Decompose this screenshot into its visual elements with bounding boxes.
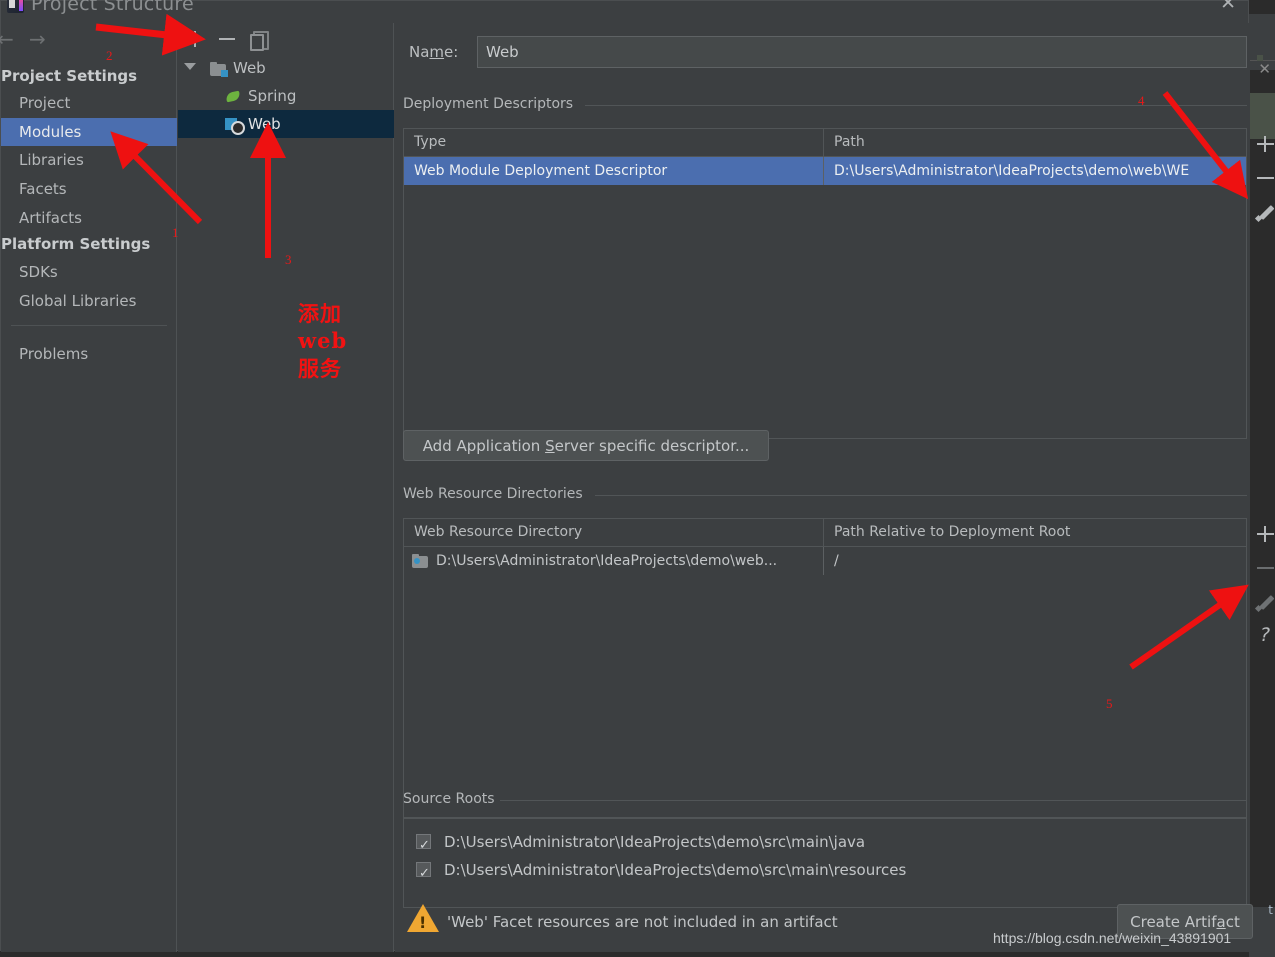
sidebar-item-global-libraries[interactable]: Global Libraries bbox=[1, 287, 177, 315]
sidebar-item-libraries[interactable]: Libraries bbox=[1, 146, 177, 174]
group-divider bbox=[595, 495, 1247, 496]
forward-arrow-icon[interactable]: → bbox=[29, 27, 46, 51]
column-header-path[interactable]: Path bbox=[824, 129, 1248, 156]
remove-descriptor-button[interactable] bbox=[1248, 162, 1275, 194]
tree-node-web-facet[interactable]: Web bbox=[178, 110, 394, 138]
web-resource-directories-group-title: Web Resource Directories bbox=[403, 486, 583, 502]
copy-module-button[interactable] bbox=[246, 26, 272, 52]
list-item[interactable]: D:\Users\Administrator\IdeaProjects\demo… bbox=[404, 828, 1246, 860]
dialog-title: Project Structure bbox=[31, 0, 194, 15]
sidebar-item-label: Global Libraries bbox=[19, 292, 137, 310]
source-roots-list: D:\Users\Administrator\IdeaProjects\demo… bbox=[403, 818, 1247, 908]
facet-name-input[interactable] bbox=[477, 36, 1247, 68]
table-row[interactable]: Web Module Deployment Descriptor D:\User… bbox=[404, 157, 1246, 185]
facet-settings-pane: Name: Deployment Descriptors Type Path W… bbox=[395, 23, 1270, 952]
add-application-server-descriptor-button[interactable]: Add Application Server specific descript… bbox=[403, 430, 769, 461]
sidebar-item-label: Project bbox=[19, 94, 71, 112]
tree-node-label: Spring bbox=[248, 87, 297, 105]
deployment-descriptors-table: Type Path Web Module Deployment Descript… bbox=[403, 128, 1247, 439]
source-roots-group-title: Source Roots bbox=[403, 791, 495, 807]
sidebar-item-label: Facets bbox=[19, 180, 67, 198]
group-divider bbox=[585, 105, 1247, 106]
source-root-path: D:\Users\Administrator\IdeaProjects\demo… bbox=[444, 861, 907, 879]
column-header-type[interactable]: Type bbox=[404, 129, 824, 156]
cell-relative-path: / bbox=[834, 553, 839, 569]
edit-descriptor-button[interactable] bbox=[1248, 196, 1275, 228]
add-descriptor-button[interactable] bbox=[1248, 128, 1275, 160]
cell-type: Web Module Deployment Descriptor bbox=[414, 163, 668, 179]
bg-segment bbox=[1249, 0, 1275, 14]
dialog-titlebar: Project Structure ✕ bbox=[1, 0, 1250, 23]
web-facet-icon bbox=[225, 117, 245, 135]
group-divider bbox=[500, 800, 1247, 801]
module-tree-toolbar bbox=[178, 23, 394, 55]
sidebar-divider bbox=[11, 325, 167, 326]
table-row[interactable]: D:\Users\Administrator\IdeaProjects\demo… bbox=[404, 547, 1246, 575]
back-arrow-icon[interactable]: ← bbox=[0, 27, 14, 51]
warning-message: 'Web' Facet resources are not included i… bbox=[447, 913, 838, 931]
sidebar-item-modules[interactable]: Modules bbox=[1, 118, 177, 146]
warning-exclamation: ! bbox=[419, 913, 427, 932]
add-web-resource-button[interactable] bbox=[1248, 518, 1275, 550]
tree-node-web-module[interactable]: Web bbox=[178, 54, 394, 82]
source-root-path: D:\Users\Administrator\IdeaProjects\demo… bbox=[444, 833, 866, 851]
table-header: Type Path bbox=[404, 129, 1246, 157]
remove-web-resource-button bbox=[1248, 552, 1275, 584]
column-header-path-relative[interactable]: Path Relative to Deployment Root bbox=[824, 519, 1248, 546]
cell-text: D:\Users\Administrator\IdeaProjects\demo… bbox=[436, 553, 778, 569]
background-edge-label: t bbox=[1268, 903, 1273, 917]
module-folder-icon bbox=[210, 62, 228, 77]
source-root-checkbox[interactable] bbox=[416, 832, 431, 860]
sidebar-item-facets[interactable]: Facets bbox=[1, 175, 177, 203]
close-icon[interactable]: ✕ bbox=[1220, 0, 1236, 13]
cell-web-resource-directory: D:\Users\Administrator\IdeaProjects\demo… bbox=[404, 547, 823, 575]
sidebar-item-label: Libraries bbox=[19, 151, 84, 169]
sidebar-item-project[interactable]: Project bbox=[1, 89, 177, 117]
module-tree-panel: Web Spring Web bbox=[178, 23, 394, 952]
sidebar-item-problems[interactable]: Problems bbox=[1, 340, 177, 368]
background-close-icon[interactable]: ✕ bbox=[1258, 62, 1271, 77]
watermark-url: https://blog.csdn.net/weixin_43891901 bbox=[993, 930, 1232, 946]
add-module-button[interactable] bbox=[182, 26, 208, 52]
table-header: Web Resource Directory Path Relative to … bbox=[404, 519, 1246, 547]
source-root-checkbox[interactable] bbox=[416, 860, 431, 888]
sidebar-item-label: SDKs bbox=[19, 263, 58, 281]
edit-web-resource-button bbox=[1248, 586, 1275, 618]
sidebar-group-project-settings: Project Settings bbox=[1, 67, 138, 85]
folder-module-icon bbox=[412, 554, 428, 568]
intellij-idea-icon bbox=[7, 0, 24, 13]
chevron-down-icon[interactable] bbox=[184, 63, 196, 70]
project-structure-dialog: Project Structure ✕ ← → Project Settings… bbox=[0, 0, 1270, 952]
tree-node-label: Web bbox=[248, 115, 281, 133]
remove-module-button[interactable] bbox=[214, 26, 240, 52]
sidebar-navbar: ← → bbox=[0, 23, 177, 55]
settings-sidebar: ← → Project Settings Project Modules Lib… bbox=[0, 23, 177, 952]
list-item[interactable]: D:\Users\Administrator\IdeaProjects\demo… bbox=[404, 856, 1246, 888]
bg-segment bbox=[1249, 14, 1275, 60]
cell-path: D:\Users\Administrator\IdeaProjects\demo… bbox=[834, 163, 1190, 179]
tree-node-spring-facet[interactable]: Spring bbox=[178, 82, 394, 110]
sidebar-group-platform-settings: Platform Settings bbox=[1, 235, 151, 253]
sidebar-item-label: Problems bbox=[19, 345, 89, 363]
sidebar-item-artifacts[interactable]: Artifacts bbox=[1, 204, 177, 232]
sidebar-item-sdks[interactable]: SDKs bbox=[1, 258, 177, 286]
sidebar-item-label: Artifacts bbox=[19, 209, 82, 227]
spring-leaf-icon bbox=[225, 89, 242, 104]
deployment-descriptors-group-title: Deployment Descriptors bbox=[403, 96, 574, 112]
sidebar-item-label: Modules bbox=[19, 123, 82, 141]
name-field-label: Name: bbox=[409, 43, 459, 61]
column-header-web-resource-directory[interactable]: Web Resource Directory bbox=[404, 519, 824, 546]
web-resource-directories-table: Web Resource Directory Path Relative to … bbox=[403, 518, 1247, 818]
web-resource-help-button[interactable]: ? bbox=[1248, 620, 1275, 652]
tree-node-label: Web bbox=[233, 59, 266, 77]
